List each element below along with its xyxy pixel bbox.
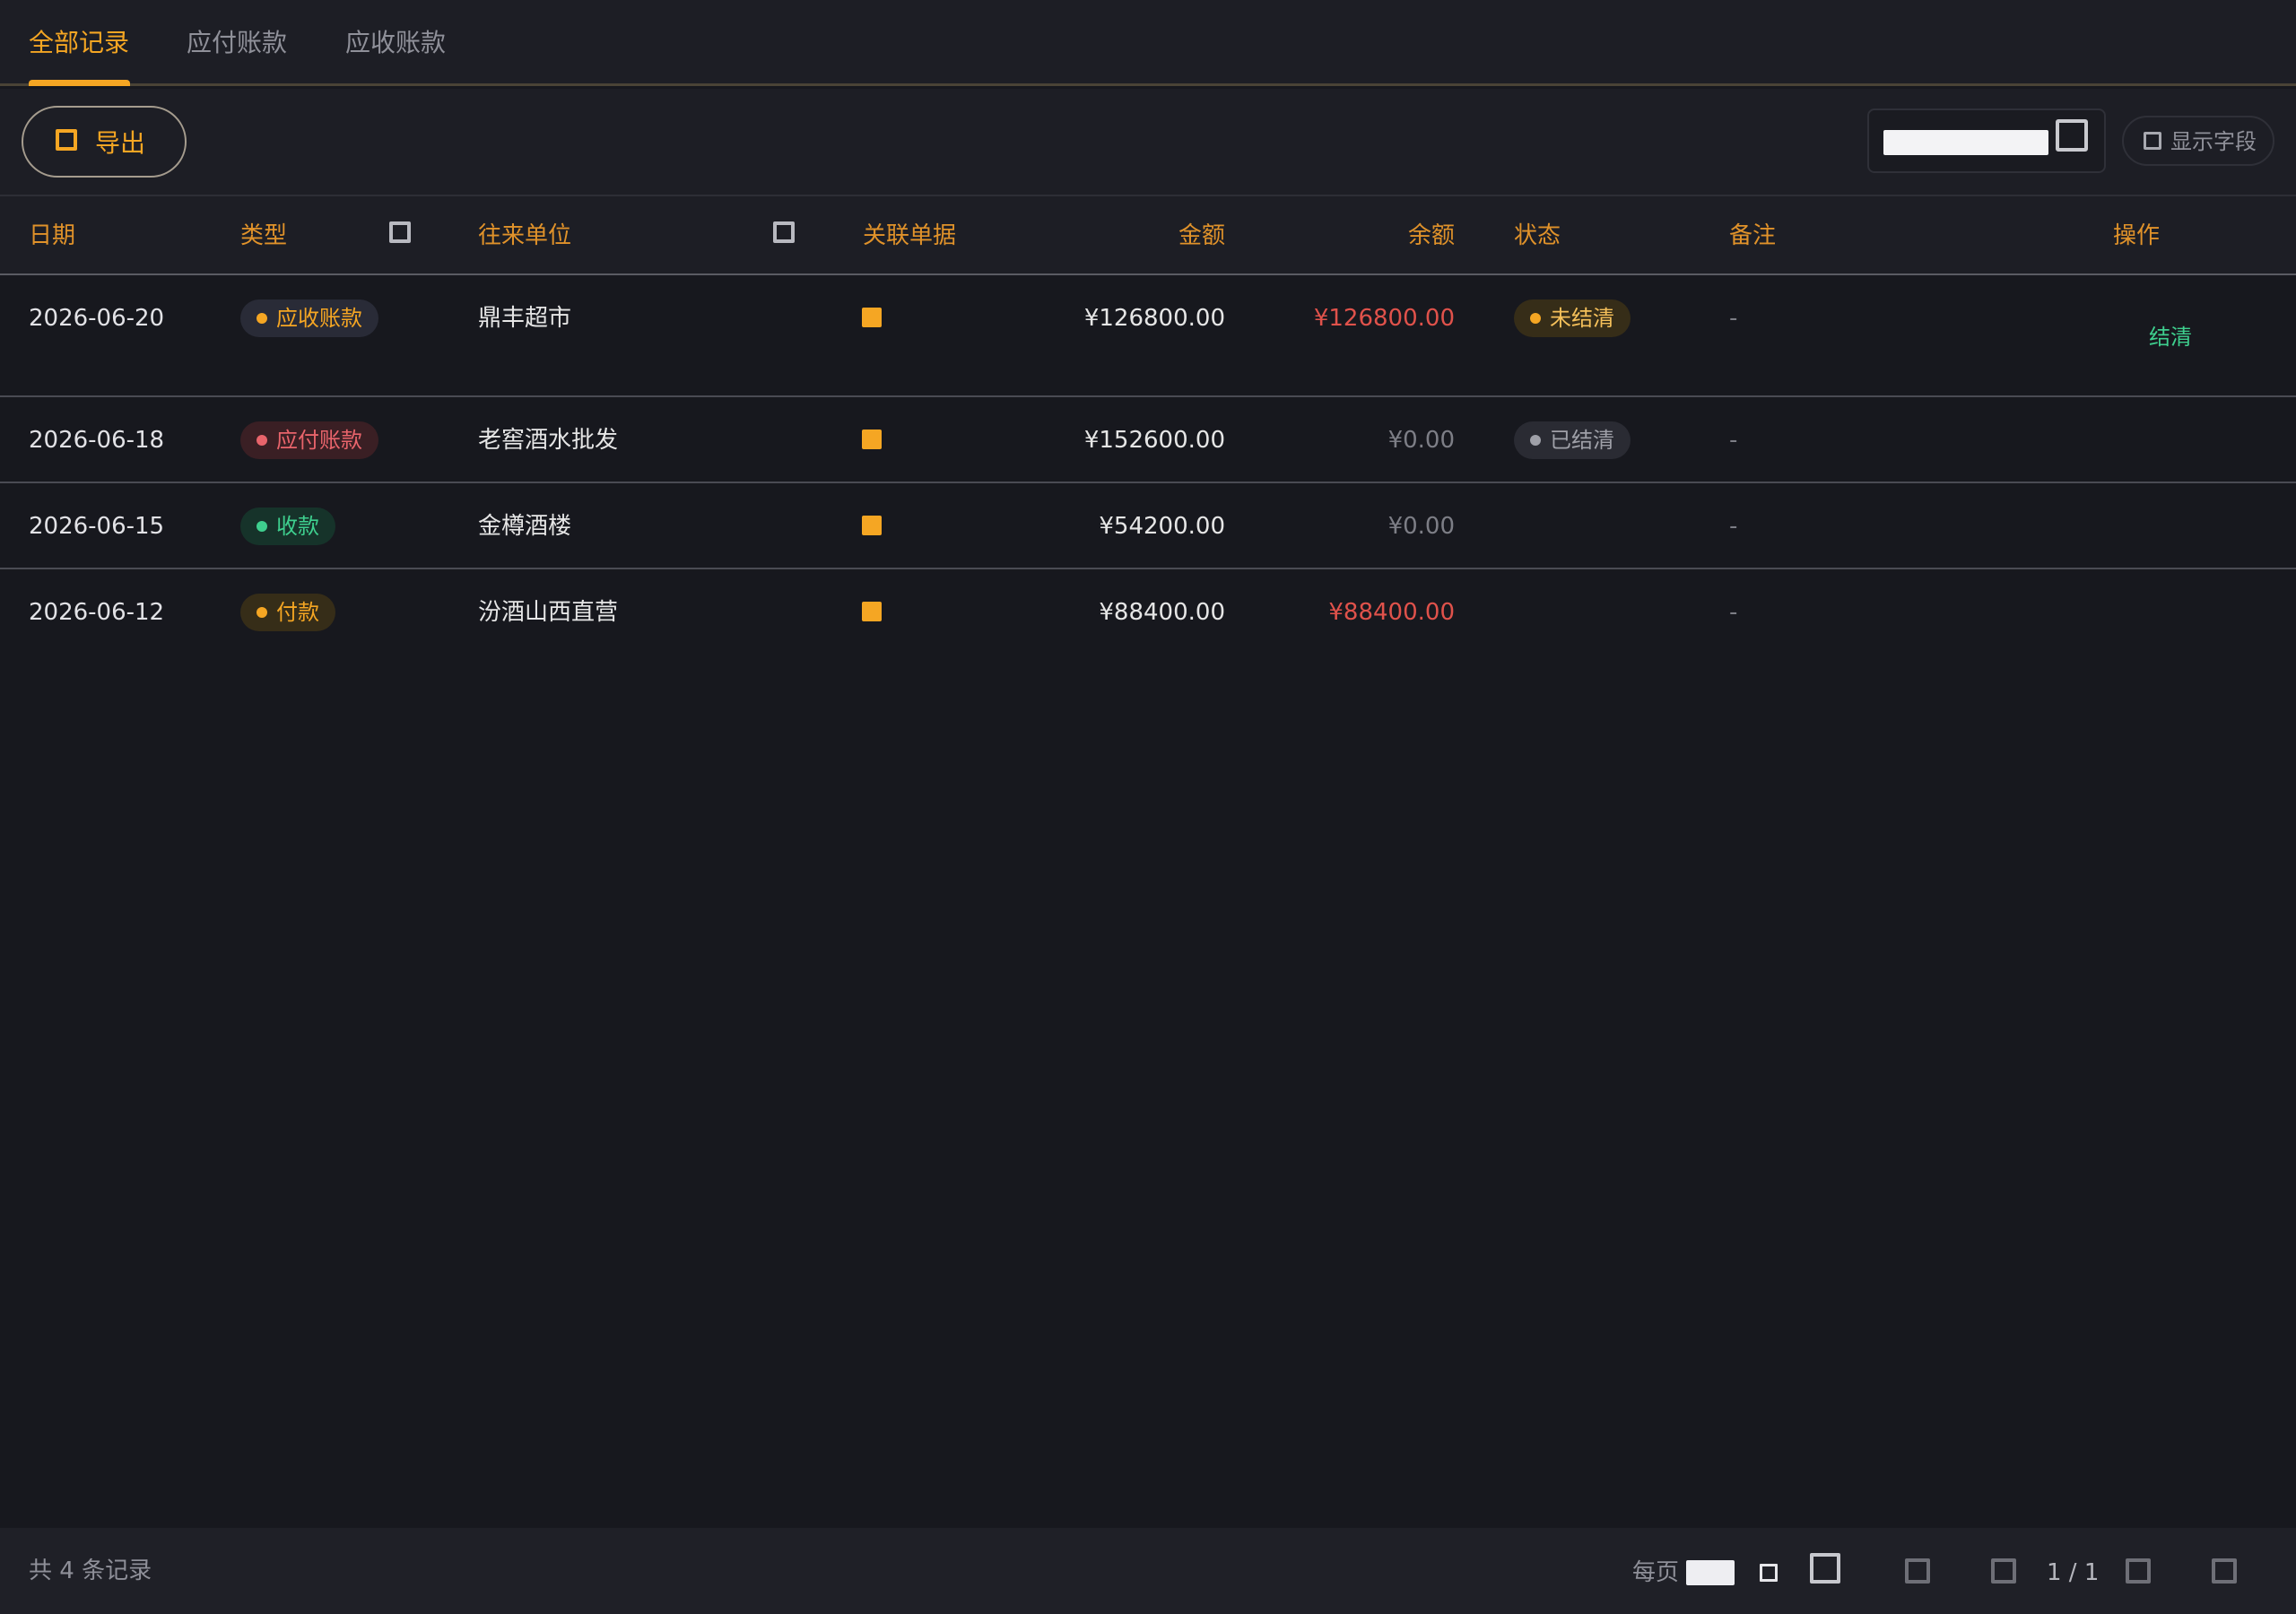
prev-icon[interactable] — [1991, 1558, 2016, 1584]
cell-partner: 鼎丰超市 — [478, 305, 572, 332]
tab-receivable[interactable]: 应收账款 — [345, 25, 446, 61]
cell-remark: - — [1729, 427, 1738, 454]
cell-partner: 金樽酒楼 — [478, 513, 572, 540]
display-fields-label: 显示字段 — [2170, 130, 2257, 154]
header-doc[interactable]: 关联单据 — [863, 218, 956, 254]
type-badge: 应付账款 — [240, 421, 378, 459]
active-tab-indicator — [29, 80, 130, 86]
cell-remark: - — [1729, 513, 1738, 540]
header-type[interactable]: 类型 — [240, 218, 287, 254]
header-remark[interactable]: 备注 — [1729, 218, 1776, 254]
table-row[interactable]: 2026-06-12 付款 汾酒山西直营 ¥88400.00 ¥88400.00… — [0, 569, 2296, 655]
cell-amount: ¥126800.00 — [1083, 305, 1225, 332]
export-icon — [56, 129, 77, 151]
cell-remark: - — [1729, 305, 1738, 332]
chevron-down-icon[interactable] — [1760, 1564, 1778, 1582]
header-partner[interactable]: 往来单位 — [478, 218, 571, 254]
cell-amount: ¥88400.00 — [1099, 599, 1225, 626]
display-fields-button[interactable]: 显示字段 — [2122, 116, 2274, 166]
type-filter-icon[interactable] — [389, 221, 411, 243]
header-action: 操作 — [2113, 222, 2161, 249]
cell-amount: ¥54200.00 — [1099, 513, 1225, 540]
header-status[interactable]: 状态 — [1514, 218, 1561, 254]
cell-balance: ¥0.00 — [1387, 513, 1455, 540]
cell-partner: 老窖酒水批发 — [478, 427, 619, 454]
cell-balance: ¥0.00 — [1387, 427, 1455, 454]
type-badge-label: 应收账款 — [276, 306, 362, 331]
first-page-icon[interactable] — [1810, 1553, 1840, 1584]
toolbar: 导出 显示字段 — [0, 89, 2296, 196]
cell-remark: - — [1729, 599, 1738, 626]
next-page-icon[interactable] — [2126, 1558, 2151, 1584]
total-records: 共 4 条记录 — [29, 1558, 152, 1584]
per-page-label: 每页 — [1632, 1559, 1680, 1586]
partner-filter-icon[interactable] — [773, 221, 795, 243]
linked-document-icon[interactable] — [862, 308, 882, 327]
page-indicator: 1 / 1 — [2047, 1559, 2100, 1586]
status-dot — [257, 521, 267, 532]
page: 全部记录 应付账款 应收账款 导出 显示字段 日期 类型 往来单位 关联单据 金… — [0, 0, 2296, 1614]
cell-partner: 汾酒山西直营 — [478, 599, 619, 626]
type-badge: 收款 — [240, 508, 335, 545]
status-dot — [1530, 313, 1541, 324]
table-row[interactable]: 2026-06-20 应收账款 鼎丰超市 ¥126800.00 ¥126800.… — [0, 275, 2296, 397]
table-row[interactable]: 2026-06-15 收款 金樽酒楼 ¥54200.00 ¥0.00 - — [0, 483, 2296, 569]
cell-amount: ¥152600.00 — [1083, 427, 1225, 454]
linked-document-icon[interactable] — [862, 430, 882, 449]
status-dot — [1530, 435, 1541, 446]
cell-date: 2026-06-18 — [29, 427, 165, 454]
export-button[interactable]: 导出 — [22, 106, 187, 178]
per-page-select[interactable] — [1686, 1560, 1735, 1585]
status-dot — [257, 607, 267, 618]
export-label: 导出 — [95, 129, 146, 157]
table-row[interactable]: 2026-06-18 应付账款 老窖酒水批发 ¥152600.00 ¥0.00 … — [0, 397, 2296, 483]
table-header: 日期 类型 往来单位 关联单据 金额 余额 状态 备注 操作 — [0, 196, 2296, 275]
type-badge-label: 应付账款 — [276, 428, 362, 453]
cell-balance: ¥126800.00 — [1313, 305, 1455, 332]
cell-balance: ¥88400.00 — [1328, 599, 1455, 626]
settle-button[interactable]: 结清 — [2149, 319, 2192, 355]
status-dot — [257, 435, 267, 446]
search-box — [1867, 108, 2106, 173]
last-page-icon[interactable] — [2212, 1558, 2237, 1584]
header-amount[interactable]: 金额 — [1046, 218, 1225, 254]
type-badge: 付款 — [240, 594, 335, 631]
type-badge-label: 付款 — [276, 600, 319, 625]
prev-page-icon[interactable] — [1905, 1558, 1930, 1584]
status-badge-label: 已结清 — [1550, 428, 1614, 453]
status-badge: 已结清 — [1514, 421, 1631, 459]
status-dot — [257, 313, 267, 324]
linked-document-icon[interactable] — [862, 602, 882, 621]
header-date[interactable]: 日期 — [29, 218, 75, 254]
status-badge-label: 未结清 — [1550, 306, 1614, 331]
header-balance[interactable]: 余额 — [1275, 218, 1455, 254]
tab-bar: 全部记录 应付账款 应收账款 — [0, 0, 2296, 86]
type-badge: 应收账款 — [240, 299, 378, 337]
tab-all-records[interactable]: 全部记录 — [29, 25, 129, 61]
columns-icon — [2144, 132, 2161, 150]
search-icon[interactable] — [2056, 119, 2088, 152]
search-input[interactable] — [1883, 130, 2048, 155]
pagination-bar: 共 4 条记录 每页 1 / 1 — [0, 1528, 2296, 1614]
cell-date: 2026-06-15 — [29, 513, 165, 540]
tab-payable[interactable]: 应付账款 — [187, 25, 287, 61]
cell-date: 2026-06-20 — [29, 305, 165, 332]
cell-date: 2026-06-12 — [29, 599, 165, 626]
linked-document-icon[interactable] — [862, 516, 882, 535]
status-badge: 未结清 — [1514, 299, 1631, 337]
type-badge-label: 收款 — [276, 514, 319, 539]
